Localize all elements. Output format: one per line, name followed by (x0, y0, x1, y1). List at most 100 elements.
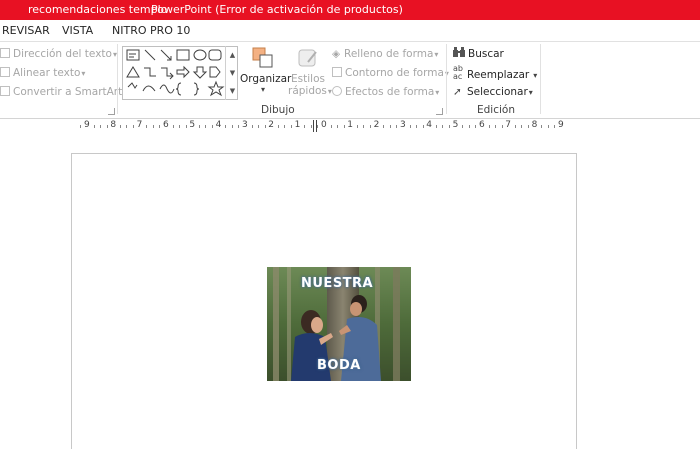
group-separator (117, 44, 118, 114)
shapes-gallery-scroll: ▲ ▼ ▼ (225, 46, 238, 100)
ruler-label: 5 (189, 120, 196, 130)
ribbon: Dirección del texto▾ Alinear texto▾ Conv… (0, 41, 700, 119)
chevron-down-icon: ▾ (81, 69, 86, 78)
shape-fill-label: Relleno de forma (344, 48, 434, 60)
ruler-tick (422, 125, 424, 128)
text-direction-button[interactable]: Dirección del texto▾ (0, 46, 117, 62)
ruler-label: 7 (136, 120, 143, 130)
ruler-tick (146, 125, 148, 128)
editing-group-label: Edición (477, 104, 515, 116)
chevron-down-icon: ▾ (528, 88, 533, 97)
ruler-tick (541, 125, 543, 128)
ruler-tick (435, 125, 437, 128)
replace-label: Reemplazar (467, 69, 530, 81)
ruler-tick (133, 125, 135, 128)
ruler-label: 0 (320, 120, 327, 130)
quick-styles-icon (298, 49, 317, 67)
scroll-down-icon[interactable]: ▼ (226, 64, 239, 82)
chevron-down-icon: ▾ (260, 85, 265, 94)
text-direction-icon (0, 48, 10, 58)
tab-vista[interactable]: VISTA (62, 20, 93, 41)
ruler-tick (495, 125, 497, 128)
quick-styles-label-2: rápidos▾ (288, 85, 332, 98)
tab-revisar[interactable]: REVISAR (2, 20, 50, 41)
title-bar: recomendaciones templo PowerPoint (Error… (0, 0, 700, 20)
gallery-more-icon[interactable]: ▼ (226, 82, 239, 100)
select-button[interactable]: ➚ Seleccionar▾ (453, 84, 533, 100)
ruler-tick (501, 125, 503, 128)
quick-styles-label-1: Estilos (291, 73, 325, 85)
ruler-label: 7 (505, 120, 511, 130)
ruler-tick (554, 125, 556, 128)
ruler-tick (416, 125, 418, 128)
ruler-tick (396, 125, 398, 128)
find-button[interactable]: Buscar (453, 46, 504, 62)
ruler-label: 4 (215, 120, 222, 130)
ruler-tick (363, 125, 365, 128)
ruler-tick (159, 125, 161, 128)
ruler-tick (212, 125, 214, 128)
ruler-tick (317, 125, 319, 128)
chevron-down-icon: ▾ (435, 88, 440, 97)
tab-nitro-pro[interactable]: NITRO PRO 10 (112, 20, 190, 41)
ruler-tick (547, 125, 549, 128)
ruler-tick (488, 125, 490, 128)
ruler-tick (330, 125, 332, 128)
shapes-gallery[interactable] (122, 46, 238, 100)
align-text-button[interactable]: Alinear texto▾ (0, 65, 85, 81)
convert-smartart-button[interactable]: Convertir a SmartArt▾ (0, 84, 127, 100)
convert-smartart-label: Convertir a SmartArt (13, 86, 123, 98)
shape-fill-button[interactable]: ◈ Relleno de forma▾ (332, 46, 438, 62)
ruler-label: 6 (162, 120, 169, 130)
text-direction-label: Dirección del texto (13, 48, 112, 60)
ruler-tick (172, 125, 174, 128)
document-name: recomendaciones templo (28, 3, 168, 16)
group-separator (540, 44, 541, 114)
drawing-dialog-launcher-icon[interactable] (436, 108, 443, 115)
arrange-button[interactable]: Organizar ▾ (240, 44, 291, 102)
quick-styles-button[interactable]: Estilos rápidos▾ (288, 44, 332, 102)
cursor-icon: ➚ (453, 86, 462, 98)
ruler-tick (126, 125, 128, 128)
ruler-label: 3 (399, 120, 406, 130)
ruler-label: 1 (294, 120, 301, 130)
ruler-tick (514, 125, 516, 128)
group-separator (446, 44, 447, 114)
ruler-tick (119, 125, 121, 128)
ruler-label: 1 (347, 120, 354, 130)
paint-bucket-icon: ◈ (332, 48, 341, 60)
ruler-tick (310, 125, 312, 128)
ruler-tick (277, 125, 279, 128)
shape-effects-button[interactable]: Efectos de forma▾ (332, 84, 439, 100)
ruler-tick (291, 125, 293, 128)
slide-photo[interactable]: NUESTRA BODA (267, 267, 411, 381)
paragraph-dialog-launcher-icon[interactable] (108, 108, 115, 115)
ruler-tick (185, 125, 187, 128)
find-label: Buscar (468, 48, 504, 60)
ruler-tick (80, 125, 82, 128)
ruler-label: 6 (478, 120, 485, 130)
replace-icon: ab ac (453, 64, 463, 81)
replace-button[interactable]: ab ac Reemplazar ▾ (453, 64, 538, 82)
ruler-tick (258, 125, 260, 128)
smartart-icon (0, 86, 10, 96)
ruler-label: 5 (452, 120, 459, 130)
ruler-tick (475, 125, 477, 128)
binoculars-icon (453, 47, 465, 57)
scroll-up-icon[interactable]: ▲ (226, 46, 239, 64)
chevron-down-icon: ▾ (434, 50, 439, 59)
ruler-tick (198, 125, 200, 128)
ruler-tick (356, 125, 358, 128)
drawing-group-label: Dibujo (261, 104, 295, 116)
ruler-label: 8 (531, 120, 538, 130)
shape-outline-button[interactable]: Contorno de forma▾ (332, 65, 449, 81)
ruler-tick (449, 125, 451, 128)
ruler-label: 2 (373, 120, 380, 130)
ruler-label: 2 (268, 120, 275, 130)
arrange-icon (252, 47, 273, 68)
ruler-tick (343, 125, 345, 128)
ruler-label: 8 (110, 120, 117, 130)
image-caption-bottom: BODA (317, 358, 361, 373)
chevron-down-icon: ▾ (533, 71, 538, 80)
ruler-label: 4 (426, 120, 433, 130)
